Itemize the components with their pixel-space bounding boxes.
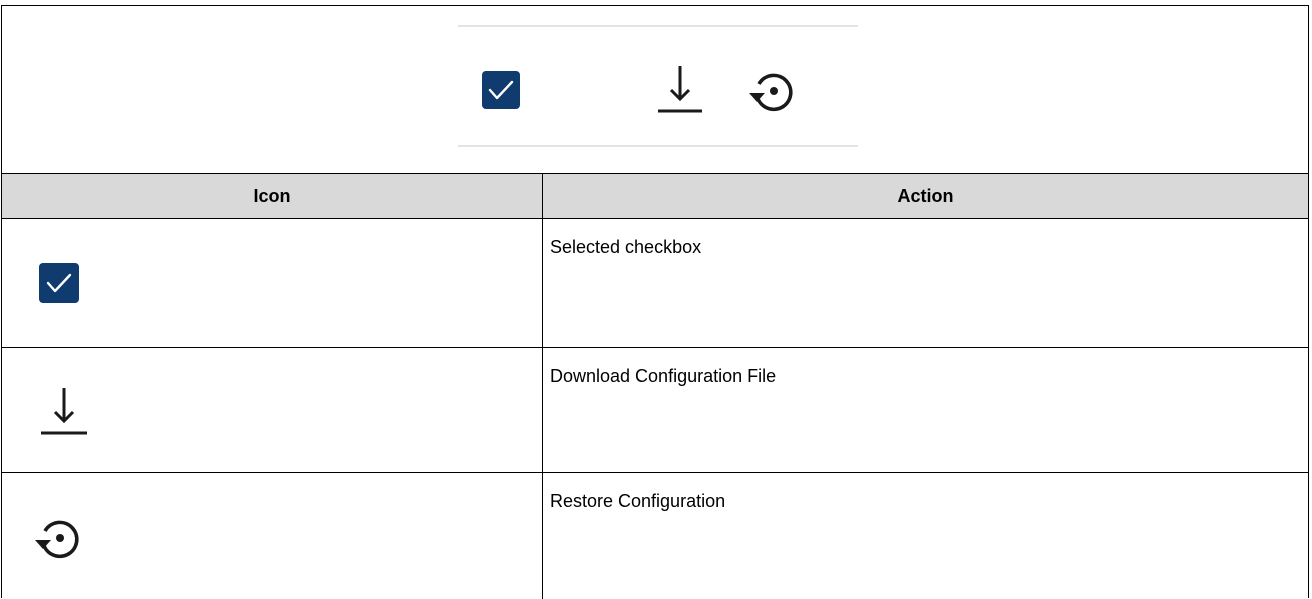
- column-header-icon: Icon: [253, 186, 291, 206]
- icon-reference-table: Icon Action Selected checkbox Download C…: [1, 5, 1309, 599]
- download-icon: [41, 386, 87, 438]
- restore-icon[interactable]: [746, 68, 798, 114]
- preview-divider-top: [458, 25, 858, 27]
- checkbox-checked-icon[interactable]: [482, 71, 520, 109]
- checkbox-checked-icon: [39, 263, 79, 303]
- table-row: Selected checkbox: [2, 219, 1308, 348]
- column-header-action: Action: [897, 186, 954, 206]
- restore-icon: [32, 515, 84, 561]
- action-text: Download Configuration File: [550, 366, 777, 386]
- table-row: Restore Configuration: [2, 473, 1308, 599]
- action-text: Selected checkbox: [550, 237, 702, 257]
- icon-preview-panel: [2, 6, 1308, 174]
- preview-divider-bottom: [458, 145, 858, 147]
- download-icon[interactable]: [658, 64, 702, 116]
- table-header: Icon Action: [2, 174, 1308, 219]
- table-row: Download Configuration File: [2, 348, 1308, 473]
- action-text: Restore Configuration: [550, 491, 726, 511]
